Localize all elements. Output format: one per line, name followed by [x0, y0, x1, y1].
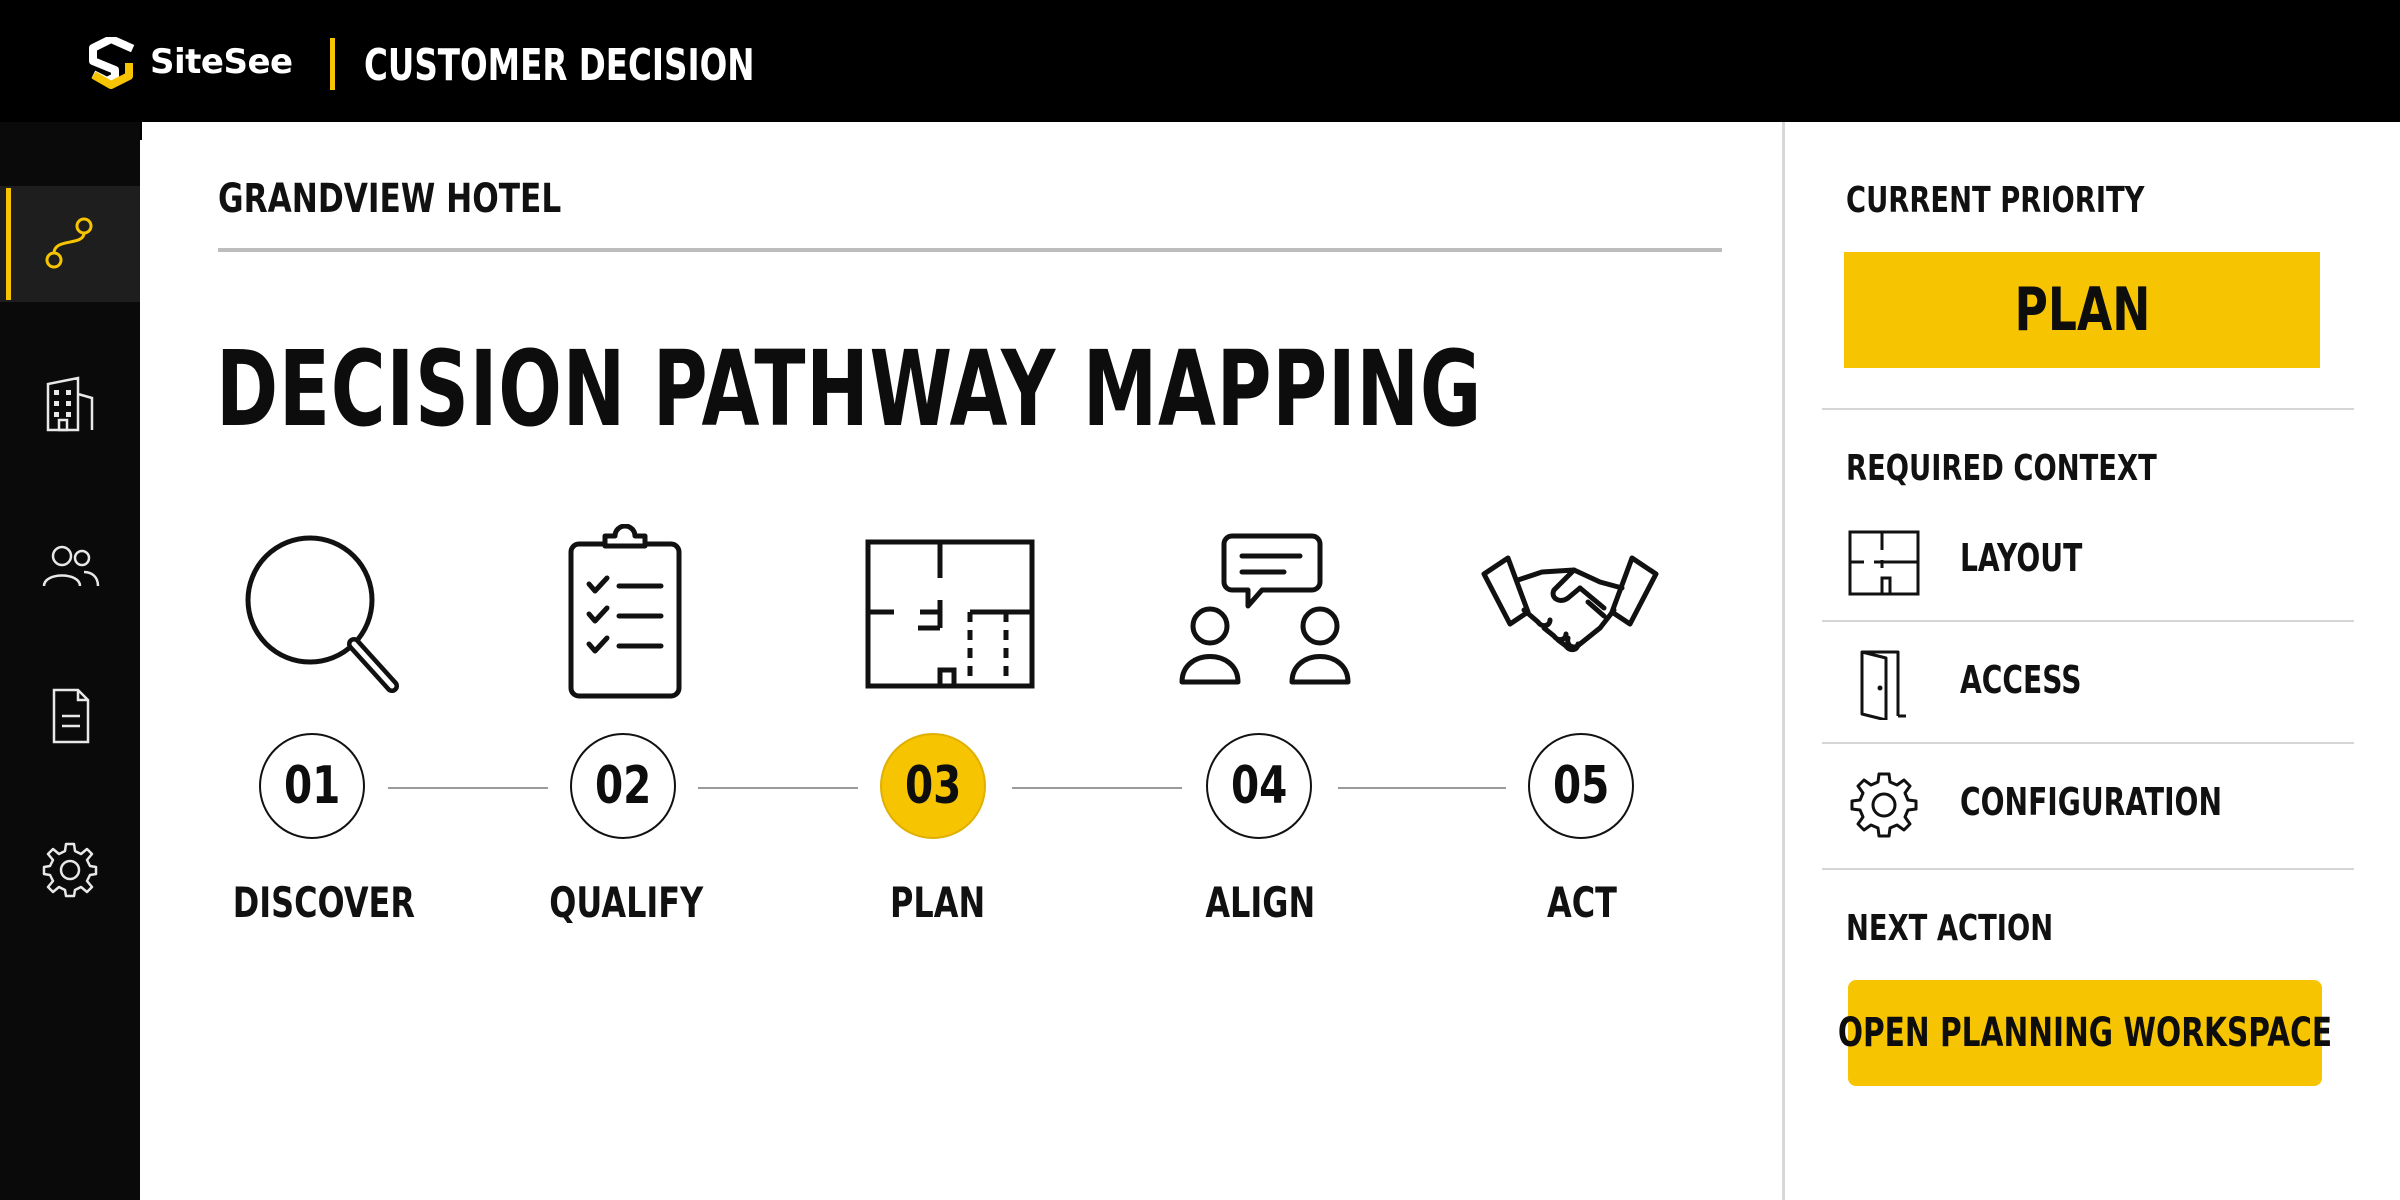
sidebar-item-documents[interactable]: [0, 658, 140, 774]
step-02-marker[interactable]: 02: [570, 733, 676, 839]
floorplan-icon: [865, 539, 1035, 689]
conversation-icon: [1179, 533, 1351, 685]
context-item-layout[interactable]: LAYOUT: [1846, 514, 2346, 604]
step-label-discover: DISCOVER: [204, 878, 424, 927]
step-label-text: PLAN: [890, 878, 986, 927]
building-icon: [46, 376, 94, 432]
magnifier-icon: [245, 535, 399, 693]
required-context-heading: REQUIRED CONTEXT: [1846, 448, 2157, 489]
panel-divider: [1822, 408, 2354, 410]
step-label-text: ALIGN: [1205, 878, 1315, 927]
step-number: 04: [1230, 756, 1288, 816]
users-icon: [42, 545, 100, 587]
brand-name: SiteSee: [150, 42, 293, 82]
title-divider: [218, 248, 1722, 252]
current-priority-value: PLAN: [2014, 275, 2150, 345]
step-label-text: ACT: [1547, 878, 1617, 927]
clipboard-checklist-icon: [568, 524, 682, 699]
step-connector: [388, 787, 548, 789]
step-number: 05: [1552, 756, 1610, 816]
step-number: 01: [283, 756, 341, 816]
header-divider: [330, 38, 335, 90]
step-label-text: DISCOVER: [232, 878, 415, 927]
step-05-marker[interactable]: 05: [1528, 733, 1634, 839]
app-title: CUSTOMER DECISION: [364, 40, 755, 91]
step-03-marker[interactable]: 03: [880, 733, 986, 839]
step-label-text: QUALIFY: [549, 878, 703, 927]
context-label: LAYOUT: [1960, 536, 2083, 580]
document-icon: [52, 688, 90, 744]
handshake-icon: [1481, 555, 1659, 653]
step-connector: [698, 787, 858, 789]
context-label: CONFIGURATION: [1960, 780, 2222, 824]
context-label: ACCESS: [1960, 658, 2082, 702]
property-name: GRANDVIEW HOTEL: [218, 176, 562, 222]
sidebar-item-properties[interactable]: [0, 346, 140, 462]
floorplan-icon: [1848, 530, 1920, 596]
step-label-plan: PLAN: [828, 878, 1048, 927]
sidebar-item-settings[interactable]: [0, 812, 140, 928]
step-label-qualify: QUALIFY: [516, 878, 736, 927]
step-connector: [1338, 787, 1506, 789]
sidebar-item-pathway[interactable]: [0, 186, 140, 302]
pathway-icon: [45, 217, 93, 269]
next-action-heading: NEXT ACTION: [1846, 908, 2054, 949]
gear-icon: [42, 842, 98, 898]
panel-divider: [1822, 868, 2354, 870]
open-planning-workspace-button[interactable]: OPEN PLANNING WORKSPACE: [1838, 980, 2332, 1086]
context-item-configuration[interactable]: CONFIGURATION: [1846, 758, 2346, 848]
gear-icon: [1850, 772, 1918, 838]
panel-divider: [1822, 742, 2354, 744]
step-01-marker[interactable]: 01: [259, 733, 365, 839]
button-label: OPEN PLANNING WORKSPACE: [1837, 1010, 2333, 1056]
door-icon: [1860, 650, 1906, 720]
step-04-marker[interactable]: 04: [1206, 733, 1312, 839]
step-number: 02: [594, 756, 652, 816]
step-number: 03: [904, 756, 962, 816]
step-label-act: ACT: [1472, 878, 1692, 927]
page-title: DECISION PATHWAY MAPPING: [216, 328, 1483, 450]
top-bar: [0, 0, 2400, 122]
current-priority-badge: PLAN: [1844, 252, 2320, 368]
sidebar: [0, 122, 140, 1200]
current-priority-heading: CURRENT PRIORITY: [1846, 180, 2145, 221]
sitesee-logo-icon[interactable]: [85, 37, 139, 95]
step-connector: [1012, 787, 1182, 789]
sidebar-item-contacts[interactable]: [0, 506, 140, 622]
context-item-access[interactable]: ACCESS: [1846, 636, 2346, 726]
step-label-align: ALIGN: [1150, 878, 1370, 927]
panel-divider: [1822, 620, 2354, 622]
